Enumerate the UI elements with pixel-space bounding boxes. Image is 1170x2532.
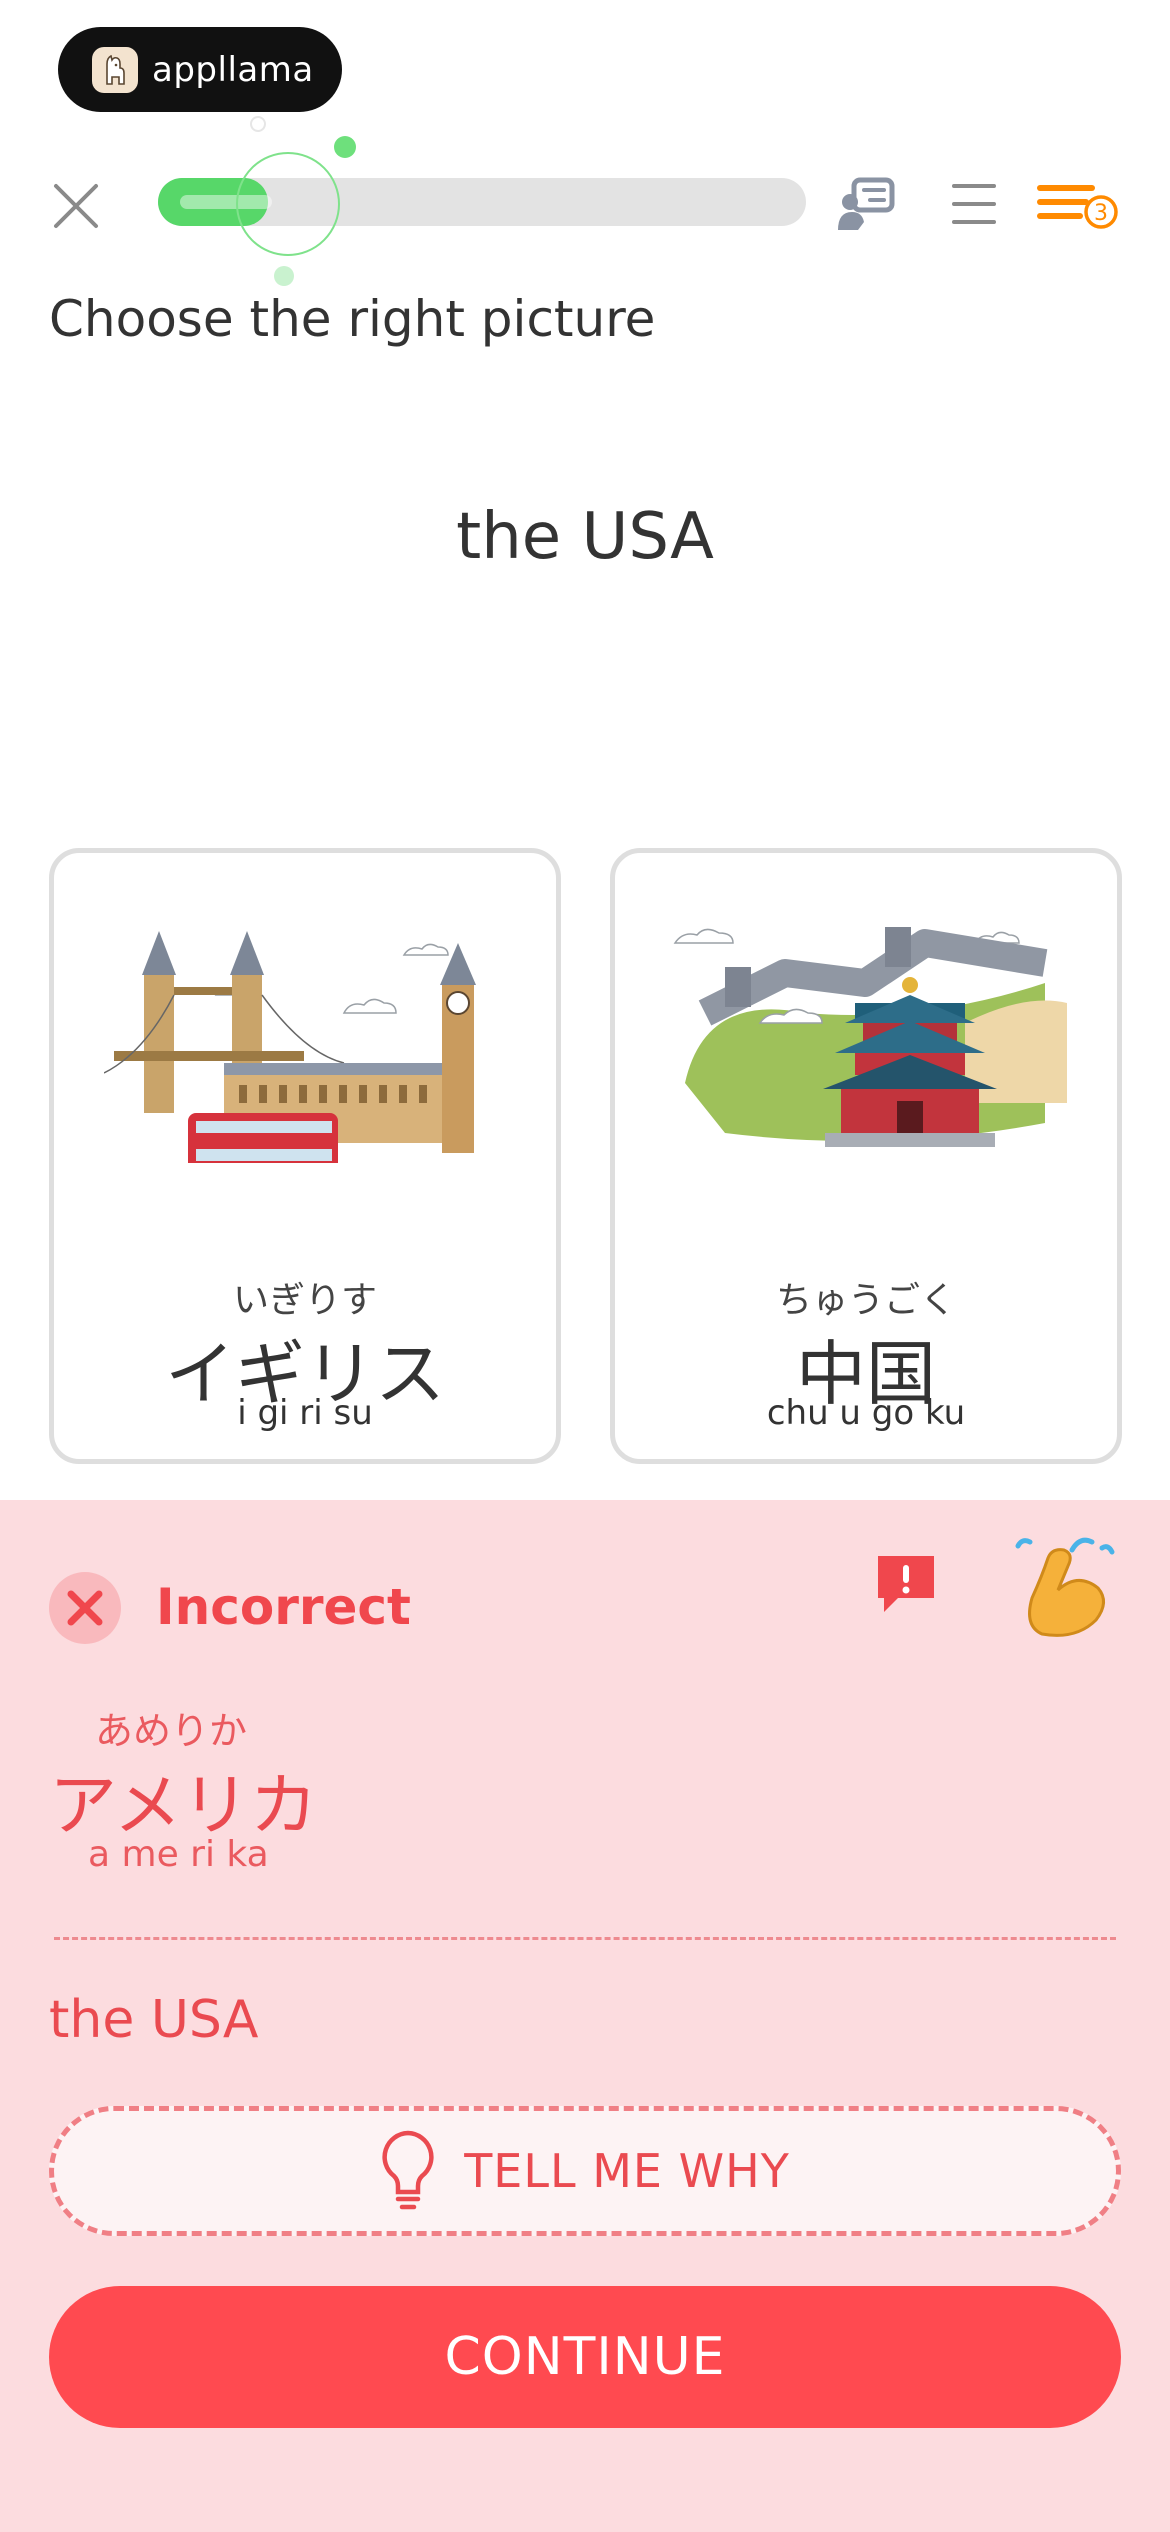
china-great-wall-temple-illustration — [673, 927, 1067, 1147]
option-romaji: i gi ri su — [237, 1393, 373, 1433]
continue-button[interactable]: CONTINUE — [49, 2286, 1121, 2428]
sparkle-dot — [274, 266, 294, 286]
report-flag-icon — [878, 1556, 934, 1612]
answer-option-card[interactable]: いぎりす イギリス i gi ri su — [49, 848, 561, 1464]
feedback-status: Incorrect — [156, 1578, 411, 1636]
option-romaji: chu u go ku — [766, 1393, 966, 1433]
lightbulb-icon — [382, 2130, 434, 2210]
correct-answer-translation: the USA — [49, 1990, 259, 2050]
tell-me-why-button[interactable]: TELL ME WHY — [49, 2106, 1121, 2236]
flexed-biceps-icon — [1012, 1530, 1120, 1642]
lesson-screen: appllama 3 Choose the right picture the … — [0, 0, 1170, 2532]
london-landmarks-illustration — [104, 931, 476, 1163]
tell-me-why-label: TELL ME WHY — [464, 2144, 790, 2198]
progress-sparkle-ring — [236, 152, 340, 256]
incorrect-feedback-panel: Incorrect あめりか アメリカ a me ri ka the USA T… — [0, 1500, 1170, 2532]
queue-stack-icon: 3 — [1037, 185, 1118, 229]
correct-answer-romaji: a me ri ka — [88, 1834, 269, 1875]
brand-badge: appllama — [58, 27, 342, 112]
exercise-instruction: Choose the right picture — [49, 290, 656, 348]
sparkle-dot — [334, 136, 356, 158]
sparkle-dot — [250, 116, 266, 132]
queue-count-badge: 3 — [1094, 201, 1108, 226]
report-issue-button[interactable] — [874, 1552, 938, 1616]
menu-button[interactable] — [942, 172, 1006, 236]
vocabulary-tips-button[interactable] — [834, 172, 898, 236]
llama-icon — [92, 46, 138, 93]
brand-name: appllama — [152, 49, 314, 90]
option-kana: いぎりす — [232, 1280, 377, 1321]
teacher-board-icon — [838, 177, 895, 230]
exercise-prompt: the USA — [456, 500, 714, 574]
lesson-queue-button[interactable]: 3 — [1036, 172, 1120, 236]
option-kana: ちゅうごく — [775, 1280, 956, 1321]
menu-icon — [952, 184, 996, 224]
close-button[interactable] — [48, 178, 104, 234]
continue-label: CONTINUE — [444, 2327, 726, 2387]
answer-option-card[interactable]: ちゅうごく 中国 chu u go ku — [610, 848, 1122, 1464]
feedback-divider — [54, 1937, 1116, 1940]
incorrect-x-icon — [49, 1572, 121, 1644]
close-icon — [54, 184, 98, 228]
correct-answer-kana: あめりか — [95, 1709, 248, 1753]
